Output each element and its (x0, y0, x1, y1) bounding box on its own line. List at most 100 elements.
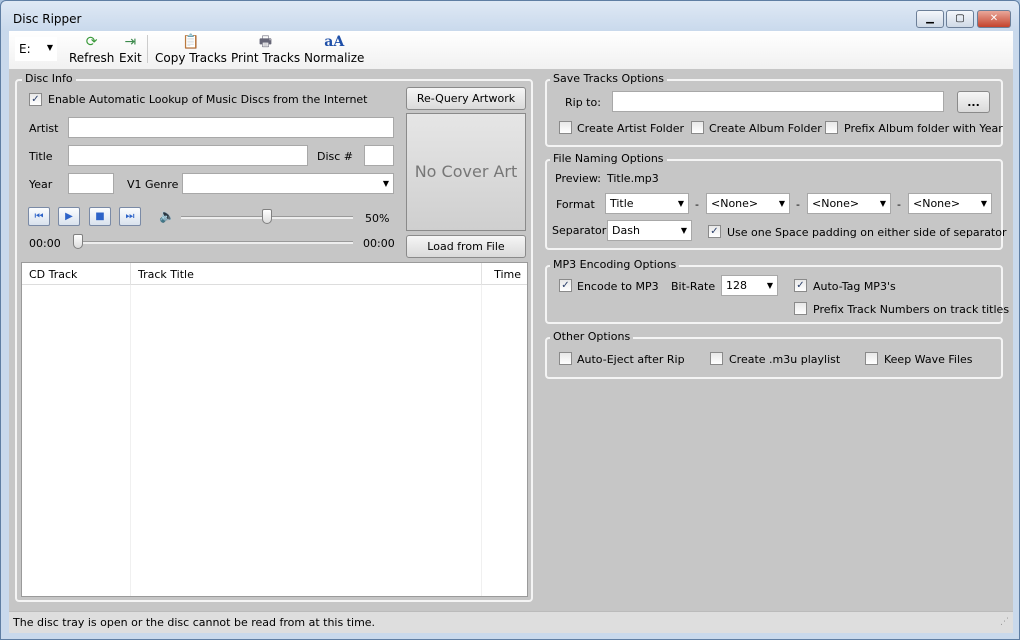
dash-label: - (897, 198, 901, 211)
padding-checkbox[interactable]: ✓ (708, 225, 721, 238)
genre-select[interactable]: ▼ (182, 173, 394, 194)
separator-value: Dash (612, 224, 640, 237)
dash-label: - (695, 198, 699, 211)
clipboard-icon: 📋 (182, 34, 200, 50)
refresh-icon: ⟳ (85, 34, 98, 50)
save-tracks-legend: Save Tracks Options (550, 72, 667, 85)
auto-eject-checkbox[interactable] (559, 352, 572, 365)
keep-wave-label: Keep Wave Files (884, 353, 973, 366)
main-area: Disc Info ✓ Enable Automatic Lookup of M… (9, 69, 1013, 611)
bitrate-label: Bit-Rate (671, 280, 716, 293)
chevron-down-icon: ▼ (46, 43, 53, 52)
format-value: <None> (711, 197, 759, 210)
refresh-label: Refresh (69, 51, 115, 65)
exit-button[interactable]: ⇥ Exit (119, 33, 142, 65)
column-divider (481, 285, 482, 596)
minimize-button[interactable]: ▁ (916, 10, 944, 28)
bitrate-value: 128 (726, 279, 747, 292)
previous-track-button[interactable]: ⏮ (28, 207, 50, 226)
padding-label: Use one Space padding on either side of … (727, 226, 1007, 239)
normalize-icon: aA (324, 34, 345, 50)
drive-select[interactable]: E: ▼ (15, 37, 57, 61)
prefix-numbers-label: Prefix Track Numbers on track titles (813, 303, 1010, 316)
load-from-file-button[interactable]: Load from File (406, 235, 526, 258)
artist-folder-checkbox[interactable] (559, 121, 572, 134)
m3u-label: Create .m3u playlist (729, 353, 841, 366)
column-cd-track[interactable]: CD Track (29, 268, 77, 281)
browse-button[interactable]: ... (957, 91, 990, 113)
chevron-down-icon: ▼ (778, 199, 785, 208)
window-title: Disc Ripper (13, 12, 82, 26)
print-label: Print Tracks (231, 51, 301, 65)
disc-number-label: Disc # (317, 150, 354, 163)
requery-artwork-button[interactable]: Re-Query Artwork (406, 87, 526, 110)
track-list-header: CD Track Track Title Time (22, 263, 527, 285)
chevron-down-icon: ▼ (879, 199, 886, 208)
autotag-checkbox[interactable]: ✓ (794, 279, 807, 292)
position-slider-thumb[interactable] (73, 234, 83, 249)
toolbar-divider (147, 35, 148, 63)
rip-to-label: Rip to: (565, 96, 601, 109)
m3u-checkbox[interactable] (710, 352, 723, 365)
status-text: The disc tray is open or the disc cannot… (13, 616, 376, 629)
volume-slider-thumb[interactable] (262, 209, 272, 224)
column-time[interactable]: Time (481, 263, 527, 285)
stop-button[interactable]: ■ (89, 207, 111, 226)
total-time: 00:00 (363, 237, 395, 250)
next-track-button[interactable]: ⏭ (119, 207, 141, 226)
preview-value: Title.mp3 (607, 172, 659, 185)
prefix-year-label: Prefix Album folder with Year (844, 122, 1003, 135)
maximize-button[interactable]: ▢ (946, 10, 974, 28)
encode-mp3-label: Encode to MP3 (577, 280, 659, 293)
keep-wave-checkbox[interactable] (865, 352, 878, 365)
format-select-3[interactable]: <None> ▼ (807, 193, 891, 214)
track-list[interactable]: CD Track Track Title Time (21, 262, 528, 597)
close-button[interactable]: ✕ (977, 10, 1011, 28)
format-value: Title (610, 197, 634, 210)
prefix-numbers-checkbox[interactable] (794, 302, 807, 315)
separator-label: Separator (552, 224, 607, 237)
other-options-legend: Other Options (550, 330, 634, 343)
title-input[interactable] (68, 145, 308, 166)
separator-select[interactable]: Dash ▼ (607, 220, 692, 241)
year-label: Year (29, 178, 53, 191)
format-select-2[interactable]: <None> ▼ (706, 193, 790, 214)
encode-mp3-checkbox[interactable]: ✓ (559, 279, 572, 292)
copy-tracks-button[interactable]: 📋 Copy Tracks (155, 33, 227, 65)
auto-lookup-label: Enable Automatic Lookup of Music Discs f… (48, 93, 368, 106)
format-select-1[interactable]: Title ▼ (605, 193, 689, 214)
prefix-year-checkbox[interactable] (825, 121, 838, 134)
resize-grip-icon[interactable]: ⋰ (1000, 617, 1009, 627)
bitrate-select[interactable]: 128 ▼ (721, 275, 778, 296)
album-folder-checkbox[interactable] (691, 121, 704, 134)
printer-icon: 🖶 (258, 34, 273, 50)
year-input[interactable] (68, 173, 114, 194)
play-button[interactable]: ▶ (58, 207, 80, 226)
format-select-4[interactable]: <None> ▼ (908, 193, 992, 214)
elapsed-time: 00:00 (29, 237, 61, 250)
exit-label: Exit (119, 51, 142, 65)
autotag-label: Auto-Tag MP3's (813, 280, 896, 293)
save-tracks-group (545, 79, 1003, 147)
auto-eject-label: Auto-Eject after Rip (577, 353, 685, 366)
file-naming-legend: File Naming Options (550, 152, 667, 165)
disc-number-input[interactable] (364, 145, 394, 166)
status-bar: The disc tray is open or the disc cannot… (9, 611, 1013, 633)
format-label: Format (556, 198, 595, 211)
auto-lookup-checkbox[interactable]: ✓ (29, 93, 42, 106)
album-folder-label: Create Album Folder (709, 122, 822, 135)
normalize-button[interactable]: aA Normalize (304, 33, 364, 65)
mp3-encoding-legend: MP3 Encoding Options (550, 258, 680, 271)
refresh-button[interactable]: ⟳ Refresh (69, 33, 114, 65)
speaker-icon: 🔈 (159, 209, 176, 224)
column-track-title[interactable]: Track Title (130, 263, 201, 285)
artist-folder-label: Create Artist Folder (577, 122, 684, 135)
rip-to-input[interactable] (612, 91, 944, 112)
drive-value: E: (19, 42, 31, 56)
position-slider-track[interactable] (73, 241, 353, 244)
genre-label: V1 Genre (127, 178, 179, 191)
cover-art: No Cover Art (406, 113, 526, 231)
normalize-label: Normalize (304, 51, 365, 65)
print-tracks-button[interactable]: 🖶 Print Tracks (231, 33, 300, 65)
artist-input[interactable] (68, 117, 394, 138)
